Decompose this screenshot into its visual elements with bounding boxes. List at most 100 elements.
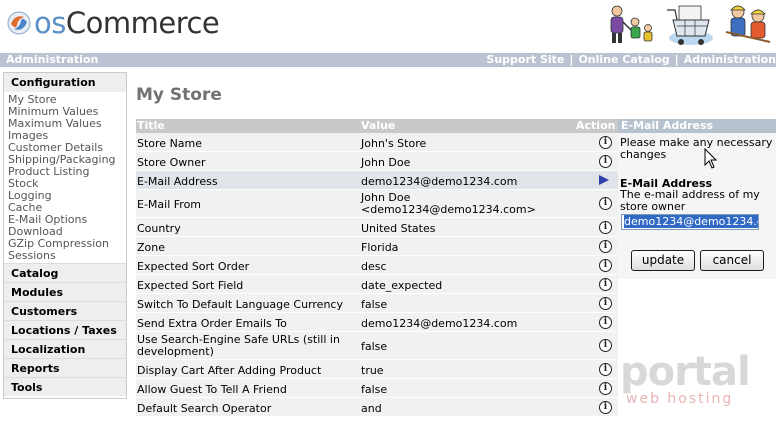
link-separator: | (569, 53, 574, 66)
family-illustration-icon (610, 5, 653, 43)
row-value: and (361, 402, 382, 415)
row-value: United States (361, 222, 436, 235)
info-icon[interactable]: i (599, 259, 612, 272)
row-title: E-Mail From (137, 198, 202, 211)
row-title: Country (137, 222, 181, 235)
configuration-menu: My Store Minimum Values Maximum Values I… (4, 92, 126, 263)
table-row[interactable]: Expected Sort Field date_expected i (136, 275, 618, 294)
row-value: demo1234@demo1234.com (361, 175, 518, 188)
workers-illustration-icon (725, 5, 771, 43)
row-value: true (361, 364, 384, 377)
watermark: portal web hosting (620, 349, 751, 407)
info-icon[interactable]: i (599, 363, 612, 376)
sidebar-section-catalog[interactable]: Catalog (4, 263, 126, 282)
sidebar-section-reports[interactable]: Reports (4, 358, 126, 377)
row-title: Allow Guest To Tell A Friend (137, 383, 287, 396)
administration-link[interactable]: Administration (684, 53, 776, 66)
update-button[interactable]: update (631, 250, 695, 271)
row-value: John Doe (361, 156, 411, 169)
sidebar: Configuration My Store Minimum Values Ma… (3, 72, 127, 399)
cancel-button[interactable]: cancel (700, 250, 764, 271)
row-value: demo1234@demo1234.com (361, 317, 518, 330)
arrow-right-icon (599, 173, 612, 186)
sidebar-section-localization[interactable]: Localization (4, 339, 126, 358)
column-header-action: Action (576, 119, 616, 132)
watermark-text: portal (620, 349, 751, 395)
selected-input-text: demo1234@demo1234.c (624, 215, 758, 228)
page-title: My Store (136, 85, 222, 105)
info-icon[interactable]: i (599, 278, 612, 291)
table-row[interactable]: Store Name John's Store i (136, 133, 618, 152)
info-icon[interactable]: i (599, 197, 612, 210)
email-address-input[interactable]: demo1234@demo1234.c (621, 214, 759, 230)
table-header: Title Value Action (136, 119, 618, 133)
row-value: John's Store (361, 137, 427, 150)
row-title: Expected Sort Order (137, 260, 250, 273)
online-catalog-link[interactable]: Online Catalog (578, 53, 669, 66)
info-icon[interactable]: i (599, 316, 612, 329)
header: osCommerce (0, 0, 776, 52)
table-row[interactable]: Country United States i (136, 218, 618, 237)
row-value: date_expected (361, 279, 443, 292)
admin-bar-title: Administration (6, 53, 99, 66)
table-row[interactable]: Use Search-Engine Safe URLs (still in de… (136, 332, 618, 360)
row-value: false (361, 383, 388, 396)
row-value: false (361, 340, 388, 353)
edit-panel-message: Please make any necessary changes (620, 136, 773, 161)
row-title: Use Search-Engine Safe URLs (still in de… (137, 333, 340, 358)
table-row[interactable]: Display Cart After Adding Product true i (136, 360, 618, 379)
watermark-subtext: web hosting (626, 391, 734, 407)
table-row[interactable]: Default Search Operator and i (136, 398, 618, 417)
logo-text: osCommerce (34, 6, 220, 40)
settings-table: Title Value Action Store Name John's Sto… (136, 119, 618, 417)
table-row[interactable]: Store Owner John Doe i (136, 152, 618, 171)
row-title: Zone (137, 241, 166, 254)
info-icon[interactable]: i (599, 221, 612, 234)
shopping-cart-illustration-icon (667, 5, 713, 45)
edit-panel-heading: E-Mail Address (618, 119, 776, 133)
field-description: The e-mail address of my store owner (620, 188, 760, 213)
admin-bar-links: Support Site | Online Catalog | Administrati… (486, 53, 776, 67)
row-value: John Doe <demo1234@demo1234.com> (361, 191, 536, 216)
link-separator: | (674, 53, 679, 66)
sidebar-section-modules[interactable]: Modules (4, 282, 126, 301)
sidebar-item-sessions[interactable]: Sessions (8, 250, 126, 262)
row-value: Florida (361, 241, 399, 254)
table-row[interactable]: Expected Sort Order desc i (136, 256, 618, 275)
row-value: desc (361, 260, 387, 273)
info-icon[interactable]: i (599, 382, 612, 395)
support-site-link[interactable]: Support Site (486, 53, 564, 66)
info-icon[interactable]: i (599, 401, 612, 414)
row-title: Default Search Operator (137, 402, 272, 415)
sidebar-section-tools[interactable]: Tools (4, 377, 126, 396)
row-title: E-Mail Address (137, 175, 218, 188)
table-row[interactable]: Zone Florida i (136, 237, 618, 256)
table-row[interactable]: Allow Guest To Tell A Friend false i (136, 379, 618, 398)
row-title: Send Extra Order Emails To (137, 317, 287, 330)
admin-bar: Administration Support Site | Online Catal… (0, 53, 776, 67)
mouse-cursor-icon (704, 148, 718, 169)
table-row[interactable]: E-Mail From John Doe <demo1234@demo1234.… (136, 190, 618, 218)
sidebar-section-customers[interactable]: Customers (4, 301, 126, 320)
table-row[interactable]: Send Extra Order Emails To demo1234@demo… (136, 313, 618, 332)
table-row[interactable]: Switch To Default Language Currency fals… (136, 294, 618, 313)
row-title: Store Owner (137, 156, 206, 169)
info-icon[interactable]: i (599, 155, 612, 168)
sidebar-section-configuration[interactable]: Configuration (4, 73, 126, 92)
oscommerce-logo[interactable]: osCommerce (6, 6, 220, 40)
info-icon[interactable]: i (599, 240, 612, 253)
row-value: false (361, 298, 388, 311)
row-title: Switch To Default Language Currency (137, 298, 343, 311)
info-icon[interactable]: i (599, 339, 612, 352)
table-row-selected[interactable]: E-Mail Address demo1234@demo1234.com (136, 171, 618, 190)
info-icon[interactable]: i (599, 297, 612, 310)
column-header-value: Value (361, 119, 396, 132)
edit-panel: E-Mail Address Please make any necessary… (618, 119, 776, 279)
sidebar-section-locations-taxes[interactable]: Locations / Taxes (4, 320, 126, 339)
row-title: Display Cart After Adding Product (137, 364, 322, 377)
row-title: Expected Sort Field (137, 279, 244, 292)
logo-swirl-icon (7, 11, 31, 35)
column-header-title: Title (137, 119, 165, 132)
row-title: Store Name (137, 137, 203, 150)
info-icon[interactable]: i (599, 136, 612, 149)
